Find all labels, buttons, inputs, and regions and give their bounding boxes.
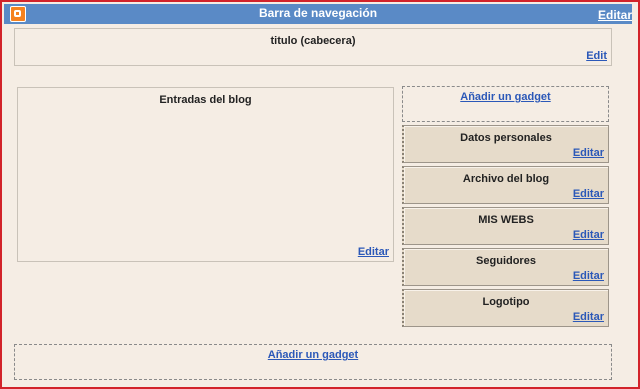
gadget-title: Archivo del blog: [462, 173, 550, 185]
header-title: titulo (cabecera): [270, 35, 356, 47]
header-gadget: titulo (cabecera) Edit: [14, 28, 612, 66]
footer-add-gadget-link[interactable]: Añadir un gadget: [15, 349, 611, 361]
gadget-title: Datos personales: [460, 132, 552, 144]
gadget-edit-link[interactable]: Editar: [573, 147, 604, 159]
gadget-seguidores[interactable]: Seguidores Editar: [402, 248, 609, 286]
header-edit-link[interactable]: Edit: [586, 50, 607, 62]
gadget-datos-personales[interactable]: Datos personales Editar: [402, 125, 609, 163]
gadget-title: Seguidores: [476, 255, 536, 267]
layout-editor-frame: Barra de navegación Editar titulo (cabec…: [0, 0, 640, 389]
navbar-section: Barra de navegación Editar: [4, 4, 632, 24]
gadget-title: MIS WEBS: [478, 214, 534, 226]
blog-posts-gadget: Entradas del blog Editar: [17, 87, 394, 262]
gadget-mis-webs[interactable]: MIS WEBS Editar: [402, 207, 609, 245]
blog-posts-edit-link[interactable]: Editar: [358, 246, 389, 258]
gadget-archivo-del-blog[interactable]: Archivo del blog Editar: [402, 166, 609, 204]
gadget-edit-link[interactable]: Editar: [573, 229, 604, 241]
gadget-title: Logotipo: [482, 296, 530, 308]
sidebar-add-gadget-link[interactable]: Añadir un gadget: [403, 91, 608, 103]
sidebar-add-gadget-area: Añadir un gadget: [402, 86, 609, 122]
footer-add-gadget-area: Añadir un gadget: [14, 344, 612, 380]
gadget-logotipo[interactable]: Logotipo Editar: [402, 289, 609, 327]
navbar-title: Barra de navegación: [258, 6, 378, 20]
navbar-edit-link[interactable]: Editar: [598, 8, 632, 22]
blog-posts-title: Entradas del blog: [159, 94, 252, 106]
gadget-edit-link[interactable]: Editar: [573, 311, 604, 323]
gadget-edit-link[interactable]: Editar: [573, 188, 604, 200]
gadget-edit-link[interactable]: Editar: [573, 270, 604, 282]
